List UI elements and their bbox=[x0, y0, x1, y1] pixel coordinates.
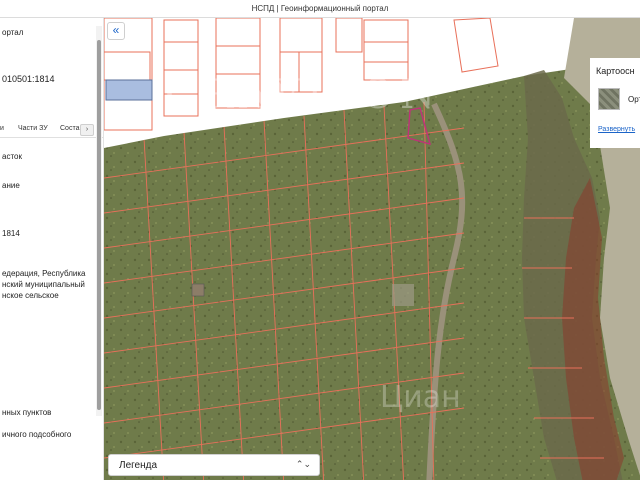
basemap-option-label[interactable]: Орт bbox=[628, 95, 640, 104]
window-titlebar: НСПД | Геоинформационный портал bbox=[0, 0, 640, 18]
tab-info[interactable]: и bbox=[0, 125, 4, 132]
basemap-title: Картоосн bbox=[596, 66, 635, 76]
bare-plot bbox=[392, 284, 414, 306]
highlighted-parcel[interactable] bbox=[105, 79, 153, 101]
tabs-next-icon[interactable]: › bbox=[80, 124, 94, 136]
field-category: нных пунктов bbox=[2, 408, 52, 417]
watermark-cian: Циан bbox=[380, 380, 461, 415]
field-address-line-3: нское сельское bbox=[2, 291, 59, 300]
field-number: 1814 bbox=[2, 229, 20, 238]
cadastral-number: 010501:1814 bbox=[2, 74, 55, 84]
sort-caret-icon: ⌃⌄ bbox=[295, 459, 311, 469]
info-tabs: и Части ЗУ Состав › bbox=[0, 122, 103, 138]
parcel-info-panel: ортал 010501:1814 и Части ЗУ Состав › ас… bbox=[0, 18, 104, 480]
basemap-panel: Картоосн Орт Развернуть bbox=[590, 58, 640, 148]
tab-parts[interactable]: Части ЗУ bbox=[18, 125, 48, 132]
field-address-line-1: едерация, Республика bbox=[2, 269, 86, 278]
panel-scrollbar[interactable] bbox=[97, 40, 101, 410]
building bbox=[191, 283, 205, 297]
double-chevron-left-icon[interactable]: « bbox=[107, 22, 125, 40]
window-title: НСПД | Геоинформационный портал bbox=[251, 4, 389, 13]
legend-dropdown[interactable]: Легенда ⌃⌄ bbox=[108, 454, 320, 476]
panel-header: ортал bbox=[2, 28, 24, 37]
basemap-thumbnail[interactable] bbox=[598, 88, 620, 110]
watermark-graviton: GRAVITON bbox=[165, 72, 442, 118]
field-address-line-2: нский муниципальный bbox=[2, 280, 85, 289]
field-type: асток bbox=[2, 152, 22, 161]
expand-link[interactable]: Развернуть bbox=[598, 126, 635, 133]
field-name: ание bbox=[2, 181, 20, 190]
legend-label: Легенда bbox=[119, 460, 158, 471]
field-permitted-use: ичного подсобного bbox=[2, 430, 72, 439]
